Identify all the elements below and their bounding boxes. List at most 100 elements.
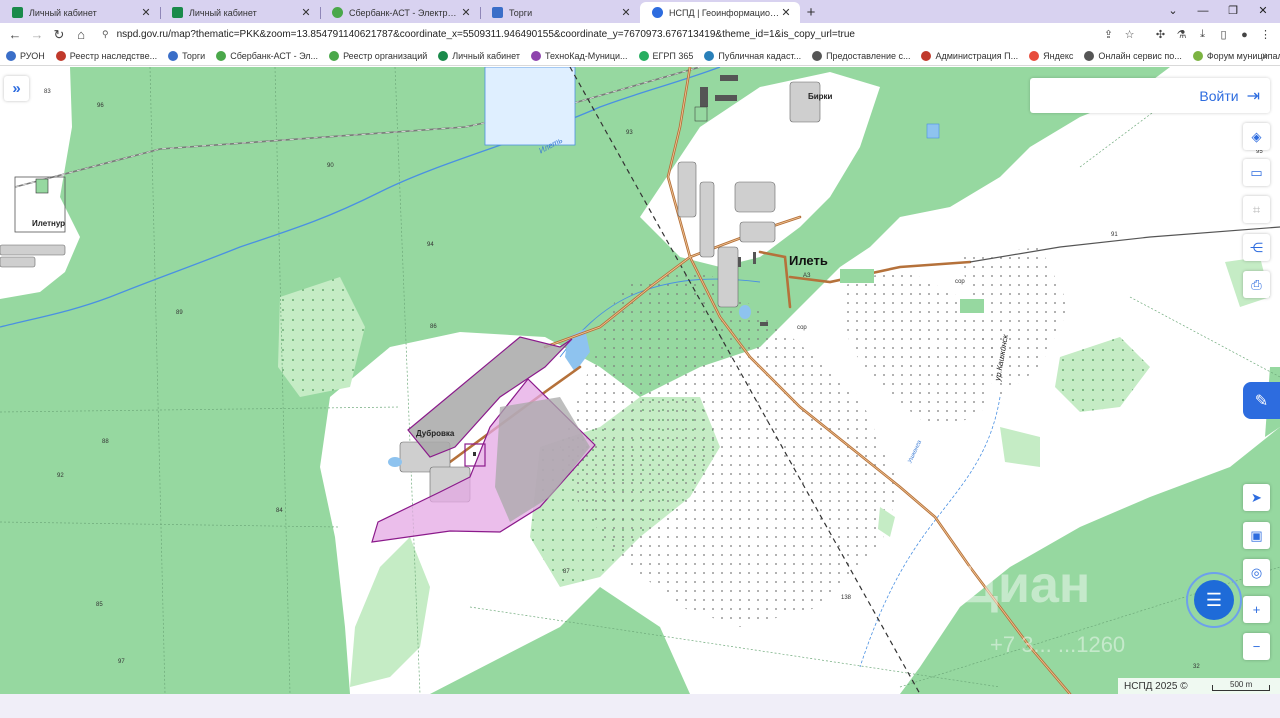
bookmark-item[interactable]: Администрация П... [921, 50, 1018, 61]
bookmark-icon [921, 50, 932, 61]
map-annotation: АЗ [803, 273, 811, 279]
close-tab-icon[interactable]: ✕ [460, 6, 472, 19]
bookmark-item[interactable]: РУОН [6, 50, 45, 61]
elevation-label: 93 [626, 130, 633, 136]
bookmark-icon [1084, 50, 1095, 61]
minimize-icon[interactable]: — [1188, 0, 1218, 21]
bookmark-item[interactable]: Личный кабинет [438, 50, 520, 61]
elevation-label: 91 [1111, 232, 1118, 238]
attribution-text: НСПД 2025 © [1124, 680, 1188, 692]
bookmark-item[interactable]: Торги [168, 50, 205, 61]
more-bookmarks-icon[interactable]: » [1262, 50, 1268, 62]
share-button[interactable]: ⋲ [1243, 234, 1270, 261]
tab-title: Личный кабинет [189, 7, 257, 18]
browser-tab[interactable]: Личный кабинет ✕ [160, 2, 320, 23]
bookmark-icon [329, 50, 340, 61]
login-icon: ⇥ [1246, 87, 1260, 105]
bookmark-icon [55, 50, 66, 61]
bookmark-star-icon[interactable]: ☆ [1119, 28, 1140, 41]
elevation-label: 88 [102, 439, 109, 445]
minimap-button[interactable]: ▣ [1243, 522, 1270, 549]
settlement-label: Илеть [789, 253, 828, 268]
restore-icon[interactable]: ❐ [1218, 0, 1248, 21]
bookmark-item[interactable]: Онлайн сервис по... [1084, 50, 1182, 61]
site-info-icon[interactable]: ⚲ [102, 29, 109, 40]
printer-icon: ⎙ [1251, 276, 1262, 292]
browser-tab-active[interactable]: НСПД | Геоинформационный п ✕ [640, 2, 800, 23]
close-tab-icon[interactable]: ✕ [780, 6, 792, 19]
bookmark-item[interactable]: Публичная кадаст... [704, 50, 801, 61]
reload-icon[interactable]: ↻ [48, 24, 70, 46]
new-tab-button[interactable]: + [800, 2, 822, 23]
bookmark-icon [530, 50, 541, 61]
profile-avatar-icon[interactable]: ● [1234, 29, 1255, 41]
downloads-icon[interactable]: ⤓ [1192, 28, 1213, 41]
bookmark-item[interactable]: Яндекс [1029, 50, 1073, 61]
elevation-label: 92 [57, 473, 64, 479]
menu-icon[interactable]: ⋮ [1255, 28, 1276, 41]
location-pin-icon: ◎ [1250, 564, 1263, 580]
tab-favicon-icon [652, 7, 663, 18]
support-chat-button[interactable]: ☰ [1186, 572, 1242, 628]
bookmark-icon [168, 50, 179, 61]
elevation-label: 96 [97, 103, 104, 109]
bookmark-icon [216, 50, 227, 61]
locate-direction-button[interactable]: ➤ [1243, 484, 1270, 511]
print-button[interactable]: ⎙ [1243, 271, 1270, 298]
login-button[interactable]: Войти ⇥ [1030, 78, 1270, 113]
browser-toolbar: ← → ↻ ⌂ ⚲ nspd.gov.ru/map?thematic=PKK&z… [0, 23, 1280, 46]
bookmark-item[interactable]: ЕГРП 365 [638, 50, 693, 61]
bookmarks-bar: РУОН Реестр наследстве... Торги Сбербанк… [0, 46, 1280, 66]
map-annotation: сор [797, 325, 807, 331]
map-canvas[interactable]: Илеть АЗ Илетнур Дубровка Бирки Илеть ур… [0, 67, 1280, 694]
browser-tab[interactable]: Сбербанк-АСТ - Электронная пло ✕ [320, 2, 480, 23]
select-area-button[interactable]: ⌗ [1243, 196, 1270, 223]
navigation-arrow-icon: ➤ [1251, 489, 1262, 505]
bookmark-item[interactable]: Предоставление с... [812, 50, 910, 61]
geolocation-button[interactable]: ◎ [1243, 559, 1270, 586]
settlement-label: Дубровка [416, 429, 455, 438]
tab-favicon-icon [12, 7, 23, 18]
tab-title: Сбербанк-АСТ - Электронная пло [349, 7, 460, 18]
bookmark-item[interactable]: ТехноКад-Муници... [530, 50, 628, 61]
ruler-icon: ▭ [1250, 164, 1263, 180]
browser-bottom-edge [0, 694, 1280, 718]
address-bar[interactable]: ⚲ nspd.gov.ru/map?thematic=PKK&zoom=13.8… [96, 24, 1118, 45]
bookmark-icon [704, 50, 715, 61]
bookmark-item[interactable]: Реестр наследстве... [55, 50, 157, 61]
zoom-in-button[interactable]: + [1243, 596, 1270, 623]
forward-icon[interactable]: → [26, 24, 48, 46]
side-panel-icon[interactable]: ▯ [1213, 28, 1234, 41]
layers-button[interactable]: ◈ [1243, 123, 1270, 150]
browser-tab[interactable]: Личный кабинет ✕ [0, 2, 160, 23]
bookmark-icon [6, 50, 16, 61]
close-tab-icon[interactable]: ✕ [620, 6, 632, 19]
tab-favicon-icon [172, 7, 183, 18]
close-tab-icon[interactable]: ✕ [300, 6, 312, 19]
share-icon: ⋲ [1250, 239, 1263, 255]
expand-panel-button[interactable]: » [4, 76, 29, 101]
close-window-icon[interactable]: ✕ [1248, 0, 1278, 21]
share-icon[interactable]: ⇪ [1098, 28, 1119, 41]
tab-favicon-icon [332, 7, 343, 18]
elevation-label: 85 [96, 602, 103, 608]
bookmark-item[interactable]: Сбербанк-АСТ - Эл... [216, 50, 318, 61]
tab-search-icon[interactable]: ⌄ [1158, 0, 1188, 21]
back-icon[interactable]: ← [4, 24, 26, 46]
bookmark-item[interactable]: Реестр организаций [329, 50, 427, 61]
extensions-icon[interactable]: ✣ [1150, 28, 1171, 41]
tab-title: Личный кабинет [29, 7, 97, 18]
measure-button[interactable]: ▭ [1243, 159, 1270, 186]
watermark-logo: Циан [960, 556, 1091, 614]
chat-bubble-icon: ✎ [1254, 392, 1269, 410]
elevation-label: 86 [430, 324, 437, 330]
gosuslugi-feedback-button[interactable]: ✎ [1243, 382, 1280, 419]
map-annotation: сор [955, 279, 965, 285]
close-tab-icon[interactable]: ✕ [140, 6, 152, 19]
chat-icon: ☰ [1194, 580, 1234, 620]
zoom-out-button[interactable]: − [1243, 633, 1270, 660]
home-icon[interactable]: ⌂ [70, 24, 92, 46]
bookmark-icon [1029, 50, 1040, 61]
flask-icon[interactable]: ⚗ [1171, 28, 1192, 41]
browser-tab[interactable]: Торги ✕ [480, 2, 640, 23]
